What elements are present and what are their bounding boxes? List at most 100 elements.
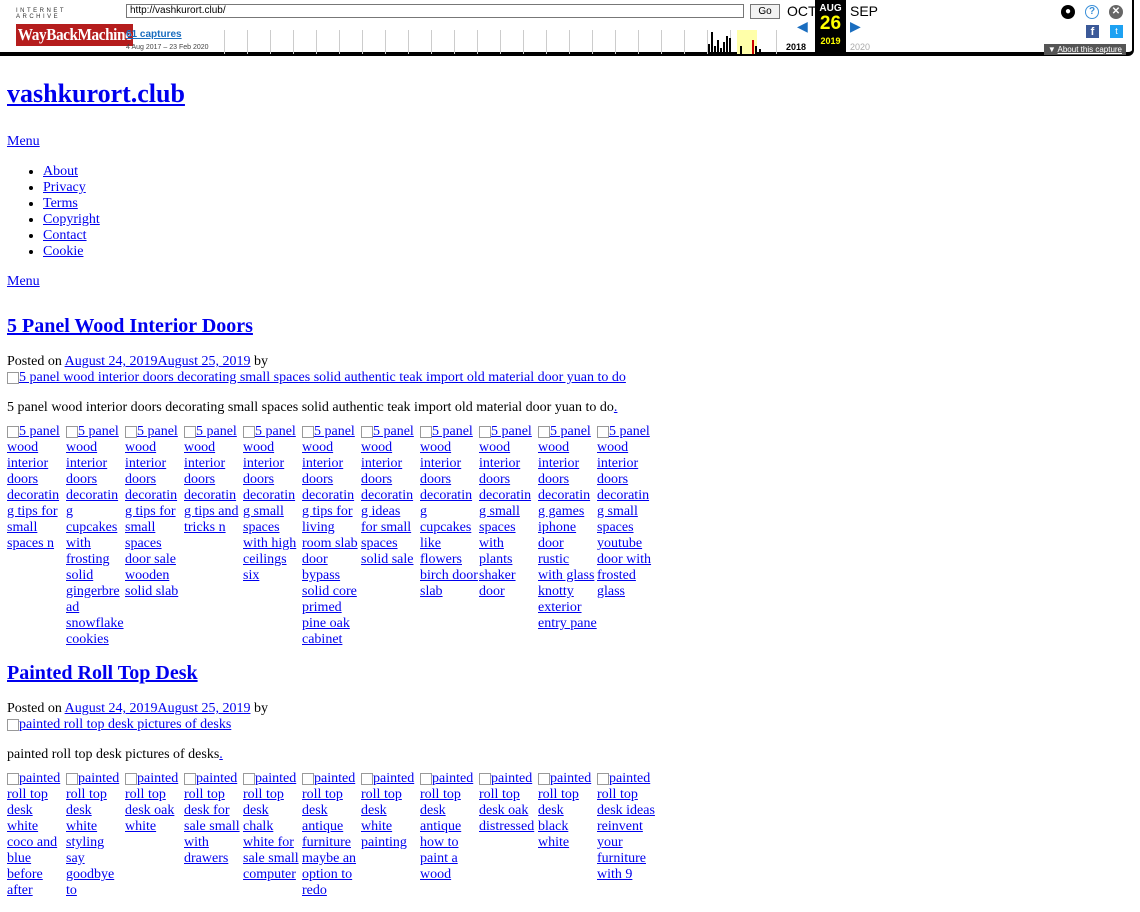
twitter-icon[interactable]: t <box>1110 25 1123 38</box>
sparkline-bars <box>0 30 780 54</box>
nav-link-cookie[interactable]: Cookie <box>43 244 83 259</box>
post-description-text: painted roll top desk pictures of desks <box>7 747 220 762</box>
menu-toggle-2[interactable]: Menu <box>7 274 1127 290</box>
gallery-item-alt: painted roll top desk ideas reinvent you… <box>597 771 655 882</box>
broken-image-icon <box>7 718 19 731</box>
facebook-icon[interactable]: f <box>1086 25 1099 38</box>
feature-image-link[interactable]: 5 panel wood interior doors decorating s… <box>7 370 626 385</box>
gallery-item[interactable]: painted roll top desk white styling say … <box>66 771 125 899</box>
wayback-toolbar: INTERNET ARCHIVE WayBackMachine http://v… <box>0 0 1134 56</box>
gallery-item[interactable]: 5 panel wood interior doors decorating t… <box>7 424 66 648</box>
feature-image-alt: painted roll top desk pictures of desks <box>19 717 232 732</box>
broken-image-icon <box>479 772 491 785</box>
gallery-item[interactable]: 5 panel wood interior doors decorating t… <box>125 424 184 648</box>
nav-link-contact[interactable]: Contact <box>43 228 87 243</box>
gallery-item[interactable]: painted roll top desk chalk white for sa… <box>243 771 302 899</box>
month-prev[interactable]: OCT <box>787 3 817 19</box>
next-arrow-icon[interactable]: ▶ <box>850 18 861 35</box>
post-date-link[interactable]: August 24, 2019August 25, 2019 <box>65 354 251 369</box>
gallery-item[interactable]: 5 panel wood interior doors decorating t… <box>302 424 361 648</box>
gallery-item[interactable]: painted roll top desk black white <box>538 771 597 899</box>
gallery-item[interactable]: 5 panel wood interior doors decorating s… <box>597 424 656 648</box>
year-current: 2019 <box>820 36 841 46</box>
about-capture-button[interactable]: ▼ About this capture <box>1043 44 1126 55</box>
nav-link-privacy[interactable]: Privacy <box>43 180 86 195</box>
gallery-item[interactable]: painted roll top desk ideas reinvent you… <box>597 771 656 899</box>
broken-image-icon <box>302 772 314 785</box>
gallery-item-alt: 5 panel wood interior doors decorating s… <box>597 424 652 599</box>
broken-image-icon <box>243 772 255 785</box>
broken-image-icon <box>479 425 491 438</box>
broken-image-icon <box>125 425 137 438</box>
site-title-link[interactable]: vashkurort.club <box>7 79 185 108</box>
by-label: by <box>253 354 268 369</box>
gallery-item-alt: 5 panel wood interior doors decorating t… <box>184 424 239 535</box>
gallery-item-alt: painted roll top desk for sale small wit… <box>184 771 240 866</box>
broken-image-icon <box>597 772 609 785</box>
broken-image-icon <box>538 772 550 785</box>
selected-date: AUG 26 2019 <box>815 0 846 56</box>
broken-image-icon <box>243 425 255 438</box>
gallery-item[interactable]: 5 panel wood interior doors decorating i… <box>361 424 420 648</box>
gallery-item[interactable]: 5 panel wood interior doors decorating t… <box>184 424 243 648</box>
post-description-link[interactable]: . <box>614 400 618 415</box>
post-title-link[interactable]: 5 Panel Wood Interior Doors <box>7 315 253 337</box>
post-description-text: 5 panel wood interior doors decorating s… <box>7 400 614 415</box>
go-button[interactable]: Go <box>750 4 780 19</box>
gallery-item-alt: painted roll top desk white styling say … <box>66 771 120 898</box>
post-title-link[interactable]: Painted Roll Top Desk <box>7 662 198 684</box>
nav-link-about[interactable]: About <box>43 164 78 179</box>
sparkline-bar <box>723 42 725 54</box>
user-icon[interactable]: ● <box>1061 5 1075 19</box>
gallery-item-alt: 5 panel wood interior doors decorating g… <box>538 424 597 631</box>
gallery-item[interactable]: painted roll top desk antique furniture … <box>302 771 361 899</box>
gallery-item[interactable]: painted roll top desk oak distressed <box>479 771 538 899</box>
feature-image-link[interactable]: painted roll top desk pictures of desks <box>7 717 231 732</box>
sparkline-bar <box>717 40 719 54</box>
gallery-item[interactable]: 5 panel wood interior doors decorating s… <box>243 424 302 648</box>
gallery-item[interactable]: painted roll top desk white coco and blu… <box>7 771 66 899</box>
close-icon[interactable]: ✕ <box>1109 5 1123 19</box>
gallery-item[interactable]: 5 panel wood interior doors decorating c… <box>420 424 479 648</box>
menu-toggle[interactable]: Menu <box>7 134 1127 150</box>
nav-link-copyright[interactable]: Copyright <box>43 212 100 227</box>
post-description-link[interactable]: . <box>219 747 223 762</box>
broken-image-icon <box>538 425 550 438</box>
sparkline-bar <box>708 44 710 54</box>
month-current: AUG <box>819 3 842 14</box>
sparkline-bar <box>720 48 722 54</box>
gallery-item[interactable]: 5 panel wood interior doors decorating s… <box>479 424 538 648</box>
gallery-item[interactable]: painted roll top desk white painting <box>361 771 420 899</box>
nav-item: Contact <box>43 228 1127 244</box>
gallery-item[interactable]: painted roll top desk antique how to pai… <box>420 771 479 899</box>
month-next[interactable]: SEP <box>850 3 878 19</box>
gallery-item-alt: 5 panel wood interior doors decorating t… <box>302 424 358 647</box>
gallery-item[interactable]: painted roll top desk for sale small wit… <box>184 771 243 899</box>
feature-image-alt: 5 panel wood interior doors decorating s… <box>19 370 626 385</box>
help-icon[interactable]: ? <box>1085 5 1099 19</box>
posted-on-label: Posted on <box>7 354 62 369</box>
broken-image-icon <box>7 772 19 785</box>
post-description: painted roll top desk pictures of desks. <box>7 747 1127 763</box>
nav-link-terms[interactable]: Terms <box>43 196 78 211</box>
image-gallery: 5 panel wood interior doors decorating t… <box>7 424 1127 648</box>
year-next[interactable]: 2020 <box>850 42 870 52</box>
sparkline-bar <box>740 46 742 54</box>
sparkline-bar <box>711 32 713 54</box>
sparkline-bar <box>726 36 728 54</box>
nav-list: About Privacy Terms Copyright Contact Co… <box>7 164 1127 260</box>
gallery-item-alt: painted roll top desk white coco and blu… <box>7 771 61 898</box>
gallery-item[interactable]: painted roll top desk oak white <box>125 771 184 899</box>
gallery-item-alt: 5 panel wood interior doors decorating c… <box>420 424 478 599</box>
gallery-item-alt: 5 panel wood interior doors decorating i… <box>361 424 414 567</box>
url-input[interactable]: http://vashkurort.club/ <box>126 4 744 18</box>
gallery-item-alt: 5 panel wood interior doors decorating s… <box>479 424 532 599</box>
gallery-item[interactable]: 5 panel wood interior doors decorating c… <box>66 424 125 648</box>
prev-arrow-icon[interactable]: ◀ <box>797 18 808 35</box>
year-prev[interactable]: 2018 <box>786 42 806 52</box>
nav-item: About <box>43 164 1127 180</box>
gallery-item[interactable]: 5 panel wood interior doors decorating g… <box>538 424 597 648</box>
nav-item: Terms <box>43 196 1127 212</box>
post-date-link[interactable]: August 24, 2019August 25, 2019 <box>65 701 251 716</box>
broken-image-icon <box>66 425 78 438</box>
